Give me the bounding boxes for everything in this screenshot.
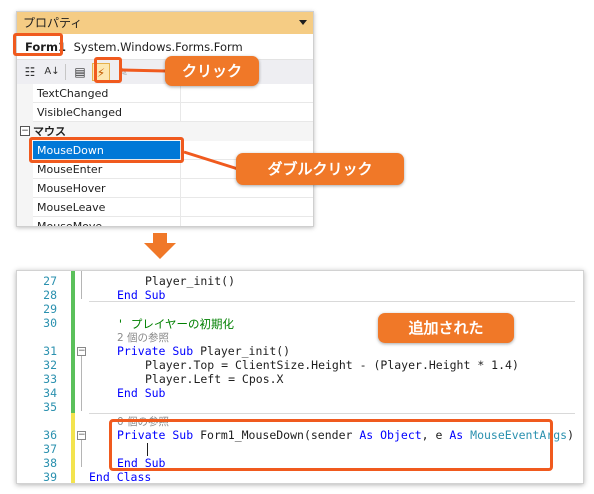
line-number: 39 xyxy=(43,470,57,484)
line-number: 33 xyxy=(43,372,57,386)
line-number: 28 xyxy=(43,288,57,302)
code-line-33: Player.Left = Cpos.X xyxy=(145,372,284,386)
line-number: 31 xyxy=(43,344,57,358)
collapse-icon[interactable]: − xyxy=(77,347,86,356)
line-number: 27 xyxy=(43,274,57,288)
arrow-down-icon xyxy=(144,233,176,259)
line-number: 38 xyxy=(43,456,57,470)
code-line-28: End Sub xyxy=(117,288,166,302)
line-number: 32 xyxy=(43,358,57,372)
code-line-34: End Sub xyxy=(117,386,166,400)
code-line-39: End Class xyxy=(89,470,152,484)
outline-line xyxy=(81,271,82,299)
line-number: 37 xyxy=(43,442,57,456)
line-number: 35 xyxy=(43,400,57,414)
method-name: Player_init() xyxy=(193,344,291,358)
line-number: 34 xyxy=(43,386,57,400)
callout-double-click: ダブルクリック xyxy=(236,153,404,185)
line-number: 29 xyxy=(43,302,57,316)
code-line-27: Player_init() xyxy=(145,274,236,288)
collapse-icon[interactable]: − xyxy=(77,431,86,440)
highlight-added-method xyxy=(109,419,553,471)
code-line-31: Private Sub Player_init() xyxy=(117,344,290,358)
callout-click: クリック xyxy=(165,56,259,86)
reference-count[interactable]: 2 個の参照 xyxy=(117,330,169,345)
keyword: Private Sub xyxy=(117,344,194,358)
change-bar-unsaved xyxy=(71,413,75,483)
line-number: 36 xyxy=(43,428,57,442)
change-bar-saved xyxy=(71,271,75,413)
line-number: 30 xyxy=(43,316,57,330)
callout-added: 追加された xyxy=(378,313,514,343)
outline-line xyxy=(81,355,82,411)
outline-line xyxy=(81,439,82,467)
code-line-32: Player.Top = ClientSize.Height - (Player… xyxy=(145,358,519,372)
paren-close: ) xyxy=(567,428,575,442)
